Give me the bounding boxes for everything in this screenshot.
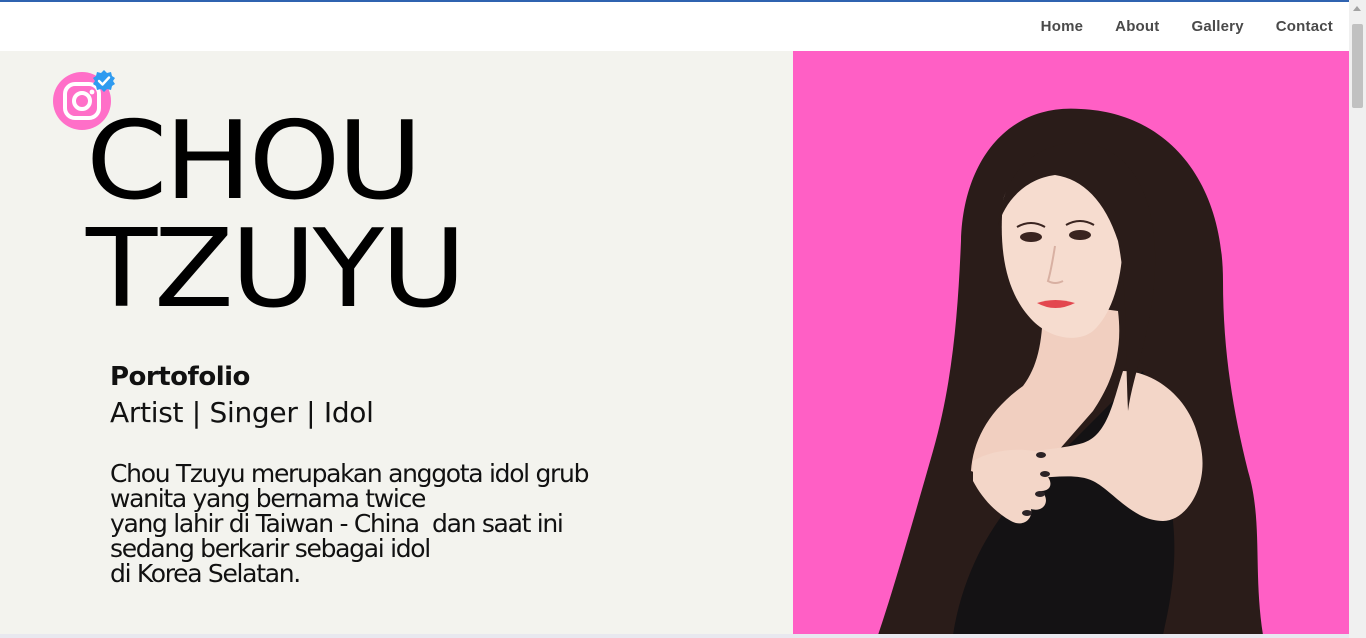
page-bottom-divider: [0, 634, 1349, 638]
portfolio-roles: Artist | Singer | Idol: [110, 396, 374, 429]
nav-link-home[interactable]: Home: [1041, 18, 1083, 35]
hero-name-first: CHOU: [86, 99, 423, 224]
portfolio-title: Portofolio: [110, 362, 250, 392]
bio-line: wanita yang bernama twice: [110, 484, 426, 513]
portrait-photo: [878, 108, 1263, 635]
nav-link-gallery[interactable]: Gallery: [1191, 18, 1243, 35]
navbar: Home About Gallery Contact: [0, 2, 1349, 51]
nav-link-about[interactable]: About: [1115, 18, 1159, 35]
hero-name-last: TZUYU: [86, 207, 466, 332]
bio-line: Chou Tzuyu merupakan anggota idol grub: [110, 459, 589, 488]
scroll-up-arrow-icon[interactable]: [1353, 6, 1361, 11]
hero-photo-panel: [793, 51, 1349, 635]
bio-text: Chou Tzuyu merupakan anggota idol grub w…: [110, 461, 650, 586]
vertical-scrollbar[interactable]: [1349, 0, 1366, 638]
bio-line: sedang berkarir sebagai idol: [110, 534, 431, 563]
nav-links: Home About Gallery Contact: [1041, 2, 1333, 51]
bio-line: di Korea Selatan.: [110, 559, 301, 588]
scrollbar-thumb[interactable]: [1352, 24, 1363, 108]
nav-link-contact[interactable]: Contact: [1276, 18, 1333, 35]
bio-line: yang lahir di Taiwan - China dan saat in…: [110, 509, 564, 538]
